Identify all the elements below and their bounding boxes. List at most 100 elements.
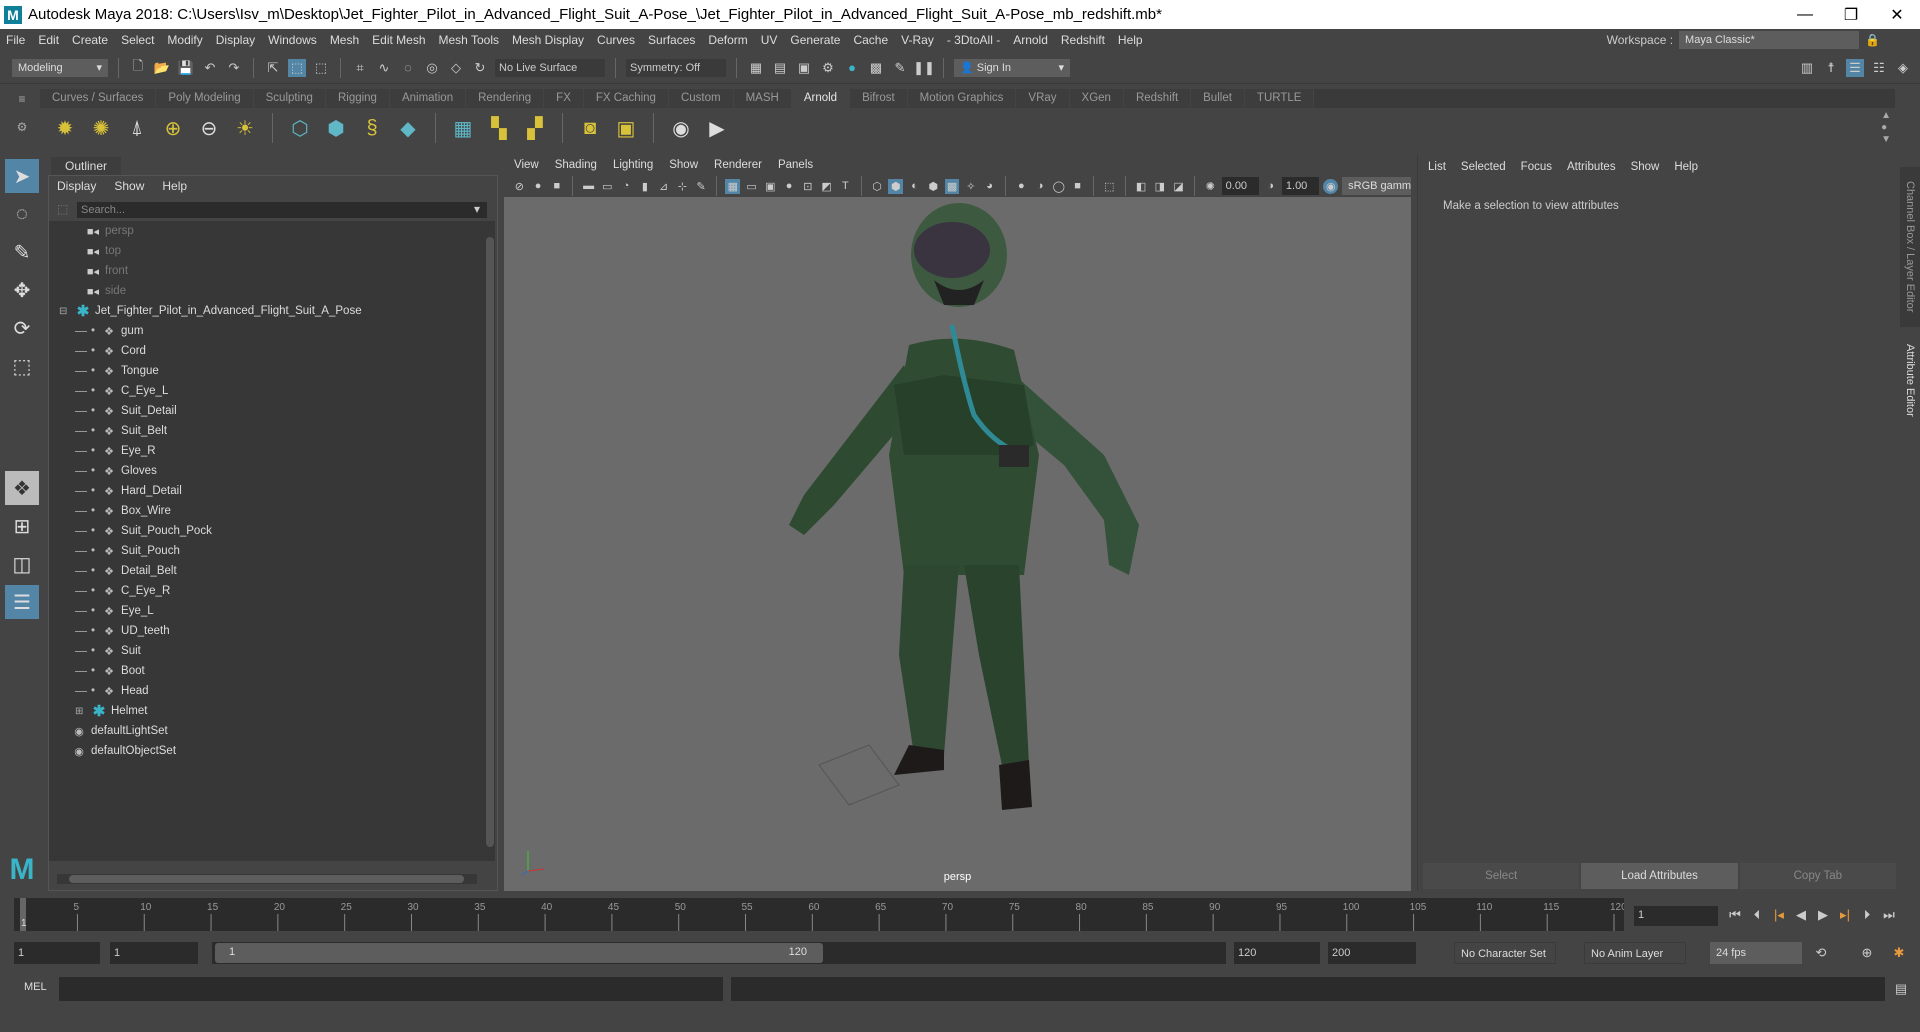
ipr-view-icon[interactable]: ◉ bbox=[668, 115, 694, 141]
current-frame-field[interactable]: 1 bbox=[1634, 906, 1718, 926]
render-view-icon[interactable]: ▩ bbox=[867, 59, 885, 77]
outliner-item[interactable]: ⊞ ✱ Helmet bbox=[49, 701, 485, 721]
outliner-tab[interactable]: Outliner bbox=[51, 157, 122, 175]
auto-key-icon[interactable]: ⊕ bbox=[1858, 944, 1876, 962]
step-back-frame-icon[interactable]: |◂ bbox=[1770, 906, 1788, 924]
character-set-dropdown[interactable]: No Character Set bbox=[1454, 942, 1556, 964]
playback-end-field[interactable]: 120 bbox=[1234, 942, 1320, 964]
checker-icon[interactable]: ▣ bbox=[613, 115, 639, 141]
go-to-end-icon[interactable]: ⏭ bbox=[1880, 906, 1898, 924]
menu-v-ray[interactable]: V-Ray bbox=[901, 33, 934, 47]
outliner-item[interactable]: ◉ defaultObjectSet bbox=[49, 741, 485, 761]
maximize-button[interactable]: ❐ bbox=[1828, 0, 1874, 29]
rotate-tool-icon[interactable]: ⟳ bbox=[5, 311, 39, 345]
shelf-tab-poly-modeling[interactable]: Poly Modeling bbox=[156, 89, 254, 108]
channel-box-tab[interactable]: Channel Box / Layer Editor bbox=[1900, 167, 1920, 327]
shelf-tab-motion-graphics[interactable]: Motion Graphics bbox=[907, 89, 1017, 108]
menu-windows[interactable]: Windows bbox=[268, 33, 317, 47]
shelf-tab-bifrost[interactable]: Bifrost bbox=[850, 89, 908, 108]
menu-generate[interactable]: Generate bbox=[790, 33, 840, 47]
attribute-editor-toggle-icon[interactable]: ☰ bbox=[1846, 58, 1864, 77]
pause-icon[interactable]: ❚❚ bbox=[913, 59, 935, 77]
menu-deform[interactable]: Deform bbox=[708, 33, 747, 47]
snap-grid-icon[interactable]: ⌗ bbox=[351, 59, 369, 77]
range-slider-thumb[interactable]: 1 120 bbox=[215, 943, 823, 963]
render-sequence-icon[interactable]: ▤ bbox=[771, 59, 789, 77]
symmetry-dropdown[interactable]: Symmetry: Off bbox=[626, 58, 726, 77]
animation-preferences-icon[interactable]: ✱ bbox=[1890, 944, 1908, 962]
menu-mesh-tools[interactable]: Mesh Tools bbox=[439, 33, 499, 47]
shelf-tab-vray[interactable]: VRay bbox=[1016, 89, 1070, 108]
outliner-horizontal-scrollbar[interactable] bbox=[57, 874, 477, 884]
menu-help[interactable]: Help bbox=[1118, 33, 1143, 47]
lasso-tool-icon[interactable]: ◌ bbox=[5, 197, 39, 231]
outliner-item[interactable]: • ❖ C_Eye_L bbox=[49, 381, 485, 401]
shelf-tab-curves-surfaces[interactable]: Curves / Surfaces bbox=[40, 89, 157, 108]
snap-surface-icon[interactable]: ◇ bbox=[447, 59, 465, 77]
skydome-light-icon[interactable]: ⊕ bbox=[160, 115, 186, 141]
shelf-tab-bullet[interactable]: Bullet bbox=[1191, 89, 1245, 108]
command-line-input[interactable] bbox=[59, 977, 723, 1001]
menu-mesh[interactable]: Mesh bbox=[330, 33, 359, 47]
expand-toggle-icon[interactable]: ⊟ bbox=[59, 306, 71, 317]
snap-point-icon[interactable]: ◌ bbox=[399, 59, 417, 77]
shelf-tab-redshift[interactable]: Redshift bbox=[1123, 89, 1192, 108]
flush-cache-icon[interactable]: ▚ bbox=[486, 115, 512, 141]
menu-curves[interactable]: Curves bbox=[597, 33, 635, 47]
workspace-dropdown[interactable]: Maya Classic* bbox=[1679, 31, 1860, 49]
photometric-light-icon[interactable]: ⍋ bbox=[124, 115, 150, 141]
shelf-tab-sculpting[interactable]: Sculpting bbox=[253, 89, 326, 108]
render-frame-icon[interactable]: ▦ bbox=[747, 59, 765, 77]
shelf-options-icon[interactable]: ≡ ⚙ bbox=[14, 92, 30, 152]
outliner-item[interactable]: • ❖ Hard_Detail bbox=[49, 481, 485, 501]
shelf-tab-fx[interactable]: FX bbox=[544, 89, 584, 108]
search-dropdown-icon[interactable]: ▾ bbox=[474, 202, 480, 216]
shelf-tab-xgen[interactable]: XGen bbox=[1069, 89, 1124, 108]
outliner-search-input[interactable]: Search... bbox=[77, 202, 487, 218]
outliner-vertical-scrollbar[interactable] bbox=[485, 221, 495, 861]
outliner-item[interactable]: • ❖ Box_Wire bbox=[49, 501, 485, 521]
outliner-item[interactable]: • ❖ Suit_Pouch_Pock bbox=[49, 521, 485, 541]
shelf-tab-rendering[interactable]: Rendering bbox=[466, 89, 545, 108]
animation-start-field[interactable]: 1 bbox=[14, 942, 100, 964]
snap-curve-icon[interactable]: ∿ bbox=[375, 59, 393, 77]
select-component-icon[interactable]: ⬚ bbox=[312, 59, 330, 77]
loop-icon[interactable]: ⟲ bbox=[1812, 944, 1830, 962]
area-light-icon[interactable]: ✹ bbox=[52, 115, 78, 141]
outliner-menu-show[interactable]: Show bbox=[114, 179, 144, 193]
step-back-key-icon[interactable]: ⏴ bbox=[1748, 906, 1766, 924]
shelf-scroll-icon[interactable]: ▲ ● ▼ bbox=[1881, 110, 1891, 146]
copy-tab-button[interactable]: Copy Tab bbox=[1739, 863, 1896, 889]
outliner-item[interactable]: ◉ defaultLightSet bbox=[49, 721, 485, 741]
attribute-menu-show[interactable]: Show bbox=[1631, 161, 1660, 173]
render-settings-icon[interactable]: ⚙ bbox=[819, 59, 837, 77]
select-button[interactable]: Select bbox=[1423, 863, 1580, 889]
menu-mesh-display[interactable]: Mesh Display bbox=[512, 33, 584, 47]
go-to-start-icon[interactable]: ⏮ bbox=[1726, 906, 1744, 924]
play-render-icon[interactable]: ▶ bbox=[704, 115, 730, 141]
ipr-render-icon[interactable]: ▣ bbox=[795, 59, 813, 77]
shader-ball-icon[interactable]: ◙ bbox=[577, 115, 603, 141]
new-scene-icon[interactable]: 🗋 bbox=[129, 58, 147, 77]
attribute-menu-help[interactable]: Help bbox=[1674, 161, 1698, 173]
play-backwards-icon[interactable]: ◀ bbox=[1792, 906, 1810, 924]
snap-view-icon[interactable]: ◎ bbox=[423, 59, 441, 77]
shelf-tab-custom[interactable]: Custom bbox=[668, 89, 734, 108]
outliner-item[interactable]: • ❖ Tongue bbox=[49, 361, 485, 381]
minimize-button[interactable]: — bbox=[1782, 0, 1828, 29]
menu-file[interactable]: File bbox=[6, 33, 25, 47]
load-attributes-button[interactable]: Load Attributes bbox=[1581, 863, 1738, 889]
four-view-layout-icon[interactable]: ⊞ bbox=[5, 509, 39, 543]
redo-icon[interactable]: ↷ bbox=[225, 59, 243, 77]
shelf-tab-arnold[interactable]: Arnold bbox=[791, 89, 851, 108]
attribute-menu-list[interactable]: List bbox=[1428, 161, 1446, 173]
render-view-arnold-icon[interactable]: ▦ bbox=[450, 115, 476, 141]
play-forwards-icon[interactable]: ▶ bbox=[1814, 906, 1832, 924]
menu-modify[interactable]: Modify bbox=[167, 33, 202, 47]
render-setup-icon[interactable]: ✎ bbox=[891, 59, 909, 77]
step-forward-frame-icon[interactable]: ▸| bbox=[1836, 906, 1854, 924]
shelf-tab-fx-caching[interactable]: FX Caching bbox=[583, 89, 669, 108]
menu-edit[interactable]: Edit bbox=[38, 33, 59, 47]
select-hierarchy-icon[interactable]: ⇱ bbox=[264, 59, 282, 77]
select-tool-icon[interactable]: ➤ bbox=[5, 159, 39, 193]
